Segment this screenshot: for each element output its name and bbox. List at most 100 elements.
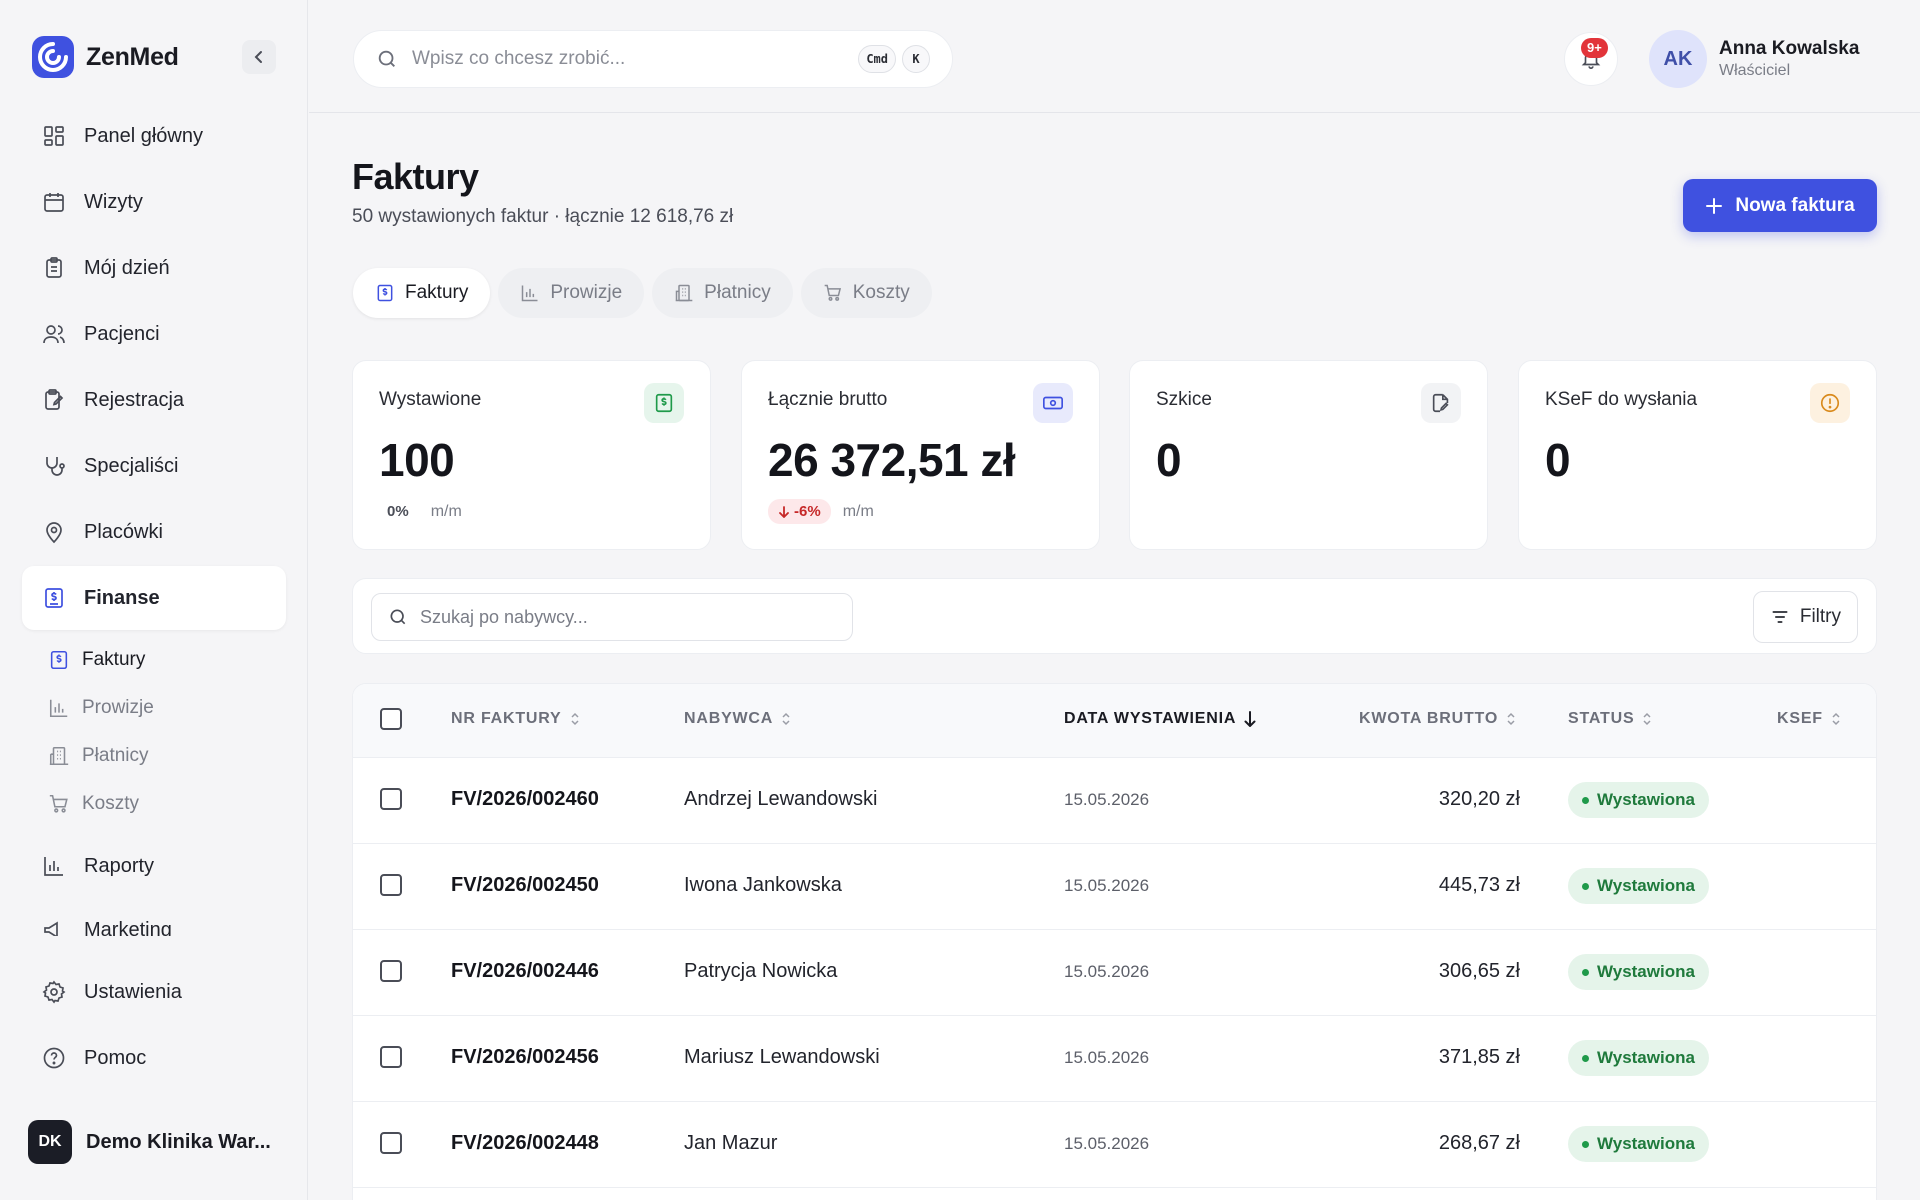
status-label: Wystawiona	[1597, 790, 1695, 809]
column-label: KSEF	[1777, 710, 1823, 727]
subnav-item-label: Faktury	[82, 649, 146, 670]
filters-button[interactable]: Filtry	[1752, 591, 1858, 643]
buyer-search-input[interactable]	[420, 606, 840, 628]
gross-amount: 445,73 zł	[1438, 874, 1520, 896]
issue-date: 15.05.2026	[1064, 790, 1150, 809]
trend-period: m/m	[842, 502, 874, 520]
user-avatar[interactable]: AK	[1649, 30, 1707, 88]
sidebar-item-pacjenci[interactable]: Pacjenci	[22, 302, 286, 366]
column-nr-faktury[interactable]: NR FAKTURY	[451, 710, 580, 728]
sidebar-item-label: Wizyty	[84, 190, 143, 213]
table-row[interactable]: FV/2026/002448 Jan Mazur 15.05.2026 268,…	[353, 1102, 1876, 1188]
status-dot	[1582, 1140, 1589, 1148]
collapse-sidebar-button[interactable]	[242, 40, 276, 74]
sidebar-item-rejestracja[interactable]: Rejestracja	[22, 368, 286, 432]
sidebar-item-label: Finanse	[84, 586, 160, 609]
select-all-checkbox[interactable]	[380, 708, 402, 730]
help-icon	[43, 1047, 65, 1069]
command-search-input[interactable]	[412, 48, 832, 70]
subnav-item-koszty[interactable]: Koszty	[48, 784, 139, 824]
column-status[interactable]: STATUS	[1568, 710, 1652, 728]
sidebar-item-label: Placówki	[84, 520, 163, 543]
stat-label: Szkice	[1156, 389, 1212, 410]
filters-label: Filtry	[1799, 606, 1841, 627]
tab-platnicy[interactable]: Płatnicy	[652, 268, 793, 318]
sort-icon	[782, 712, 790, 726]
subnav-item-label: Prowizje	[82, 697, 154, 718]
sidebar-item-marketing[interactable]: Marketing	[22, 898, 286, 936]
sort-icon	[1643, 712, 1651, 726]
notifications-badge: 9+	[1581, 38, 1608, 58]
table-row[interactable]: FV/2026/002460 Andrzej Lewandowski 15.05…	[353, 758, 1876, 844]
sidebar-item-label: Specjaliści	[84, 454, 179, 477]
sidebar-item-raporty[interactable]: Raporty	[22, 834, 286, 898]
sort-icon	[1507, 712, 1515, 726]
arrow-down-icon	[779, 505, 789, 518]
column-kwota-brutto[interactable]: KWOTA BRUTTO	[1359, 710, 1516, 728]
buyer-search[interactable]	[371, 593, 853, 641]
column-label: DATA WYSTAWIENIA	[1064, 710, 1237, 727]
column-ksef[interactable]: KSEF	[1777, 710, 1841, 728]
table-row[interactable]: FV/2026/002446 Patrycja Nowicka 15.05.20…	[353, 930, 1876, 1016]
sidebar-item-wizyty[interactable]: Wizyty	[22, 170, 286, 234]
invoice-icon	[377, 284, 393, 302]
subnav-item-label: Koszty	[82, 793, 140, 814]
row-checkbox[interactable]	[380, 1132, 402, 1154]
row-checkbox[interactable]	[380, 960, 402, 982]
invoice-number[interactable]: FV/2026/002450	[451, 874, 599, 897]
sidebar-item-label: Marketing	[84, 918, 172, 937]
invoice-number[interactable]: FV/2026/002456	[451, 1046, 599, 1069]
sidebar-item-label: Pomoc	[84, 1046, 147, 1069]
clipboard-edit-icon	[45, 389, 64, 410]
column-nabywca[interactable]: NABYWCA	[684, 710, 791, 728]
row-checkbox[interactable]	[380, 788, 402, 810]
stat-value: 0	[1545, 434, 1571, 486]
row-checkbox[interactable]	[380, 874, 402, 896]
issue-date: 15.05.2026	[1064, 876, 1150, 895]
sort-icon	[1832, 712, 1840, 726]
page-subtitle: 50 wystawionych faktur · łącznie 12 618,…	[352, 206, 734, 227]
status-label: Wystawiona	[1597, 962, 1695, 981]
tab-faktury[interactable]: Faktury	[353, 268, 491, 318]
sidebar-item-finanse[interactable]: Finanse	[22, 566, 286, 630]
sidebar-item-moj-dzien[interactable]: Mój dzień	[22, 236, 286, 300]
tab-label: Prowizje	[550, 282, 623, 303]
new-invoice-button[interactable]: Nowa faktura	[1683, 179, 1877, 232]
status-label: Wystawiona	[1597, 1134, 1695, 1153]
invoice-number[interactable]: FV/2026/002460	[451, 788, 599, 811]
subnav-item-faktury[interactable]: Faktury	[48, 640, 145, 680]
sidebar-item-panel[interactable]: Panel główny	[22, 104, 286, 168]
sidebar-item-label: Panel główny	[84, 124, 203, 147]
table-row[interactable]: FV/2026/002450 Iwona Jankowska 15.05.202…	[353, 844, 1876, 930]
sidebar: ZenMed Panel główny Wizyty Mój dzień Pac…	[0, 0, 308, 1200]
gear-icon	[42, 980, 66, 1004]
cart-icon	[824, 284, 841, 301]
sidebar-item-ustawienia[interactable]: Ustawienia	[22, 960, 286, 1024]
invoice-number[interactable]: FV/2026/002446	[451, 960, 599, 983]
invoice-number[interactable]: FV/2026/002448	[451, 1132, 599, 1155]
clinic-switcher[interactable]: DK Demo Klinika War...	[28, 1120, 271, 1164]
sidebar-nav: Panel główny Wizyty Mój dzień Pacjenci R…	[0, 104, 308, 936]
command-search[interactable]: Cmd K	[353, 30, 953, 88]
sidebar-item-label: Mój dzień	[84, 256, 170, 279]
sidebar-item-label: Rejestracja	[84, 388, 185, 411]
buyer-name: Mariusz Lewandowski	[684, 1046, 880, 1068]
tab-prowizje[interactable]: Prowizje	[498, 268, 645, 318]
table-row[interactable]: FV/2026/002456 Mariusz Lewandowski 15.05…	[353, 1016, 1876, 1102]
sidebar-item-label: Raporty	[84, 854, 155, 877]
brand[interactable]: ZenMed	[32, 36, 179, 78]
sidebar-item-placowki[interactable]: Placówki	[22, 500, 286, 564]
status-badge: Wystawiona	[1568, 782, 1709, 818]
column-label: NR FAKTURY	[451, 710, 562, 727]
row-checkbox[interactable]	[380, 1046, 402, 1068]
stat-trend: -6% m/m	[768, 499, 874, 524]
sidebar-item-pomoc[interactable]: Pomoc	[22, 1026, 286, 1090]
sidebar-item-specjalisci[interactable]: Specjaliści	[22, 434, 286, 498]
shortcut-hint: Cmd K	[858, 45, 930, 73]
subnav-item-platnicy[interactable]: Płatnicy	[48, 736, 149, 776]
tab-koszty[interactable]: Koszty	[800, 268, 932, 318]
trend-period: m/m	[430, 502, 462, 520]
subnav-item-prowizje[interactable]: Prowizje	[48, 688, 154, 728]
user-name[interactable]: Anna Kowalska	[1719, 38, 1859, 60]
column-data-wystawienia[interactable]: DATA WYSTAWIENIA	[1064, 710, 1256, 728]
